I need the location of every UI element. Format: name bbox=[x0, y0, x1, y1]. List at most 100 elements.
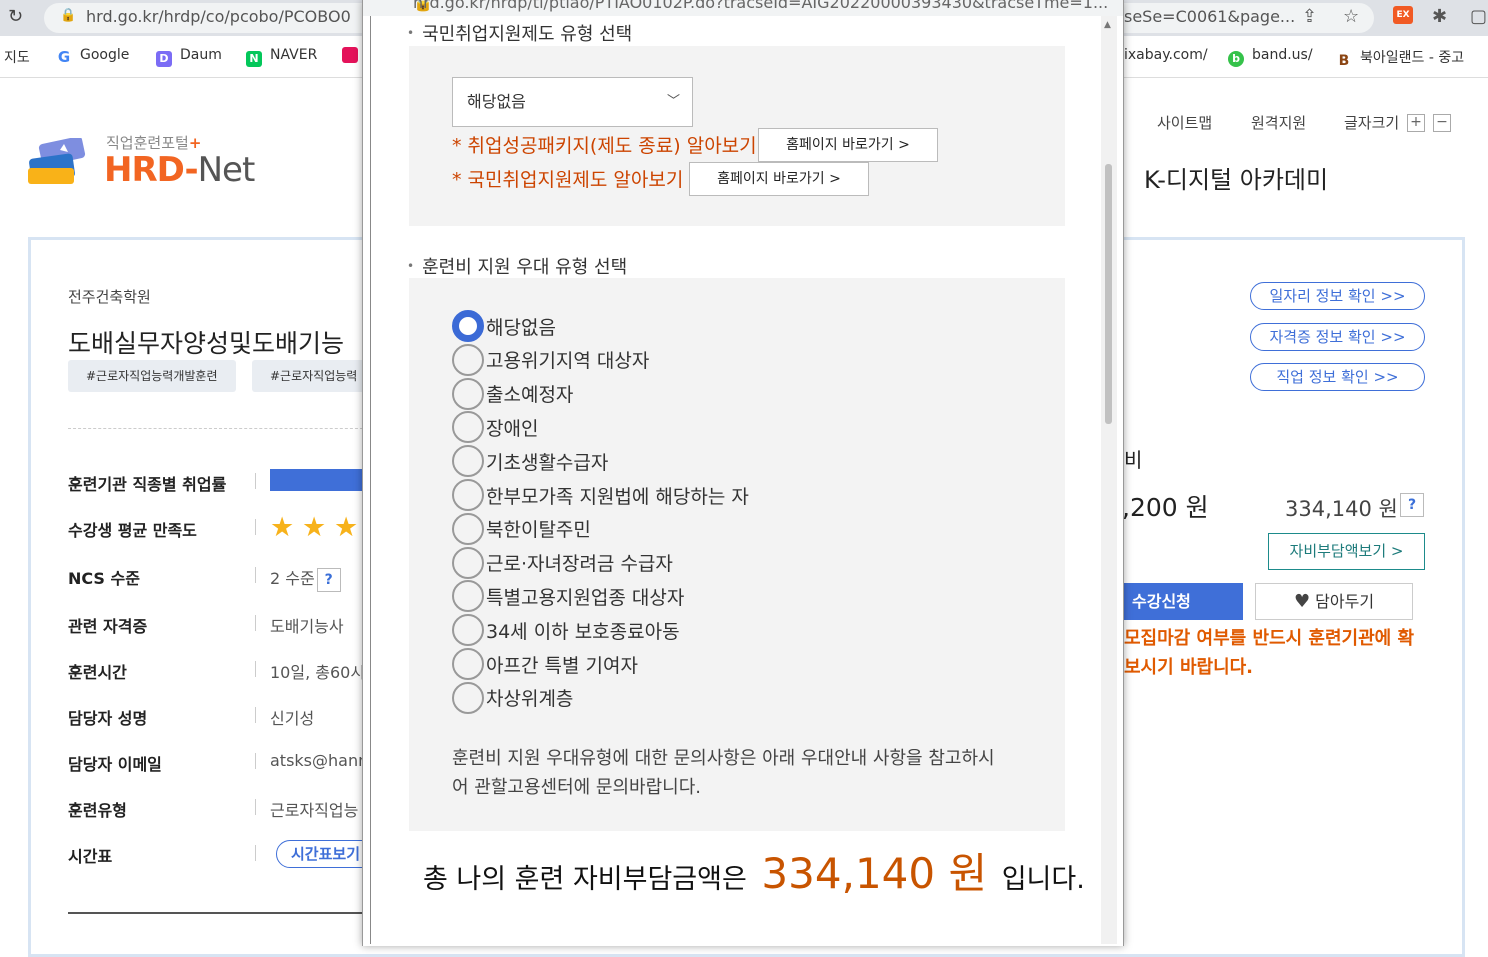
option-label: 출소예정자 bbox=[486, 384, 574, 407]
band-icon: b bbox=[1228, 51, 1244, 67]
bookmark-naver[interactable]: N NAVER bbox=[246, 47, 317, 67]
section-title-preference: 훈련비 지원 우대 유형 선택 bbox=[407, 253, 627, 279]
google-icon: G bbox=[57, 48, 71, 66]
divider bbox=[255, 753, 256, 769]
apply-button[interactable]: 수강신청 bbox=[1118, 583, 1243, 620]
bookmark-band[interactable]: b band.us/ bbox=[1228, 47, 1313, 67]
radio-button[interactable] bbox=[452, 445, 484, 478]
preference-note: 어 관할고용센터에 문의바랍니다. bbox=[452, 777, 702, 798]
radio-button[interactable] bbox=[452, 648, 484, 680]
preference-option[interactable]: 한부모가족 지원법에 해당하는 자 bbox=[452, 478, 749, 512]
naver-icon: N bbox=[246, 51, 262, 67]
extensions-puzzle-icon[interactable]: ✱ bbox=[1432, 6, 1447, 27]
k-digital-academy-link[interactable]: K-디지털 아카데미 bbox=[1144, 160, 1328, 195]
bookmark-b[interactable]: B 북아일랜드 - 중고 bbox=[1336, 47, 1464, 69]
option-label: 고용위기지역 대상자 bbox=[486, 350, 650, 373]
help-icon[interactable]: ? bbox=[1400, 493, 1424, 517]
url-text: hrd.go.kr/hrdp/co/pcobo/PCOBO0 bbox=[86, 7, 351, 26]
save-favorite-button[interactable]: ♥ 담아두기 bbox=[1255, 583, 1413, 620]
bookmark-pixabay[interactable]: ixabay.com/ bbox=[1124, 47, 1208, 63]
bookmark-google[interactable]: G Google bbox=[56, 47, 130, 66]
manager-email-label: 담당자 이메일 bbox=[68, 755, 162, 774]
preference-option[interactable]: 북한이탈주민 bbox=[452, 512, 591, 546]
preference-option[interactable]: 고용위기지역 대상자 bbox=[452, 343, 649, 377]
divider bbox=[255, 519, 256, 535]
extension-ex-icon[interactable]: EX bbox=[1393, 6, 1413, 24]
radio-button[interactable] bbox=[452, 310, 484, 342]
course-tag[interactable]: #근로자직업능력개발훈련 bbox=[68, 360, 236, 392]
help-icon[interactable]: ? bbox=[316, 567, 341, 592]
remote-support-link[interactable]: 원격지원 bbox=[1251, 112, 1306, 133]
occupation-info-button[interactable]: 직업 정보 확인 >> bbox=[1250, 363, 1425, 391]
bookmark-daum[interactable]: D Daum bbox=[156, 47, 222, 67]
timetable-button[interactable]: 시간표보기 bbox=[276, 840, 376, 868]
radio-button[interactable] bbox=[452, 343, 484, 376]
bookmark-map[interactable]: 지도 bbox=[4, 47, 30, 67]
lock-icon[interactable]: 🔒 bbox=[60, 8, 76, 23]
radio-button[interactable] bbox=[452, 377, 484, 410]
popup-address-bar: 🔒 hrd.go.kr/hrdp/ti/ptiao/PTIAO0102P.do?… bbox=[363, 0, 1123, 16]
daum-icon: D bbox=[156, 51, 172, 67]
reload-icon[interactable]: ↻ bbox=[8, 6, 23, 27]
employment-support-select[interactable]: 해당없음 ﹀ bbox=[452, 77, 693, 127]
manager-name-value: 신기성 bbox=[270, 709, 315, 728]
sitemap-link[interactable]: 사이트맵 bbox=[1157, 112, 1212, 133]
scrollbar-thumb[interactable] bbox=[1105, 164, 1112, 424]
certificate-value: 도배기능사 bbox=[270, 617, 344, 636]
chevron-down-icon: ﹀ bbox=[666, 94, 680, 109]
ncs-level-value: 2 수준? bbox=[270, 565, 341, 592]
star-icon: ★ bbox=[270, 512, 295, 543]
self-pay-popup: 🔒 hrd.go.kr/hrdp/ti/ptiao/PTIAO0102P.do?… bbox=[362, 0, 1124, 946]
certificate-info-button[interactable]: 자격증 정보 확인 >> bbox=[1250, 323, 1425, 351]
bookmark-icon bbox=[342, 47, 358, 63]
preference-option[interactable]: 34세 이하 보호종료아동 bbox=[452, 613, 680, 647]
share-icon[interactable]: ⇪ bbox=[1302, 6, 1317, 27]
preference-option[interactable]: 장애인 bbox=[452, 410, 538, 444]
satisfaction-label: 수강생 평균 만족도 bbox=[68, 521, 197, 540]
radio-button[interactable] bbox=[452, 479, 484, 511]
preference-option[interactable]: 기초생활수급자 bbox=[452, 444, 608, 478]
preference-option[interactable]: 아프간 특별 기여자 bbox=[452, 647, 638, 681]
job-info-button[interactable]: 일자리 정보 확인 >> bbox=[1250, 282, 1425, 310]
divider bbox=[68, 912, 368, 914]
institution-name[interactable]: 전주건축학원 bbox=[68, 286, 151, 307]
training-hours-label: 훈련시간 bbox=[68, 663, 127, 682]
warning-text: 보시기 바랍니다. bbox=[1124, 657, 1254, 678]
star-bookmark-icon[interactable]: ☆ bbox=[1343, 6, 1359, 27]
radio-button[interactable] bbox=[452, 614, 484, 647]
option-label: 장애인 bbox=[486, 417, 539, 440]
manager-email-value: atsks@hann bbox=[270, 751, 369, 770]
divider bbox=[255, 845, 256, 861]
preference-option[interactable]: 차상위계층 bbox=[452, 681, 573, 715]
radio-button[interactable] bbox=[452, 580, 484, 613]
training-hours-value: 10일, 총60시 bbox=[270, 663, 366, 682]
ncs-level-label: NCS 수준 bbox=[68, 569, 140, 588]
course-tag[interactable]: #근로자직업능력 bbox=[252, 360, 376, 392]
total-amount: 334,140 원 bbox=[761, 849, 988, 898]
scroll-up-icon[interactable]: ▲ bbox=[1104, 20, 1111, 30]
employment-rate-label: 훈련기관 직종별 취업률 bbox=[68, 475, 227, 494]
divider bbox=[255, 661, 256, 677]
star-icon: ★ bbox=[334, 512, 359, 543]
font-size-increase-button[interactable]: + bbox=[1407, 114, 1425, 132]
self-pay-view-button[interactable]: 자비부담액보기 > bbox=[1268, 533, 1425, 570]
window-icon[interactable]: ▢ bbox=[1470, 6, 1487, 27]
homepage-link-button[interactable]: 홈페이지 바로가기 > bbox=[689, 162, 869, 196]
support-info-text: * 국민취업지원제도 알아보기 bbox=[452, 169, 684, 191]
popup-scrollbar[interactable]: ▲ bbox=[1101, 16, 1117, 944]
radio-button[interactable] bbox=[452, 411, 484, 444]
preference-option[interactable]: 특별고용지원업종 대상자 bbox=[452, 579, 684, 613]
radio-button[interactable] bbox=[452, 546, 484, 579]
preference-note: 훈련비 지원 우대유형에 대한 문의사항은 아래 우대안내 사항을 참고하시 bbox=[452, 748, 995, 769]
preference-option[interactable]: 해당없음 bbox=[452, 309, 556, 343]
star-icon: ★ bbox=[302, 512, 327, 543]
font-size-decrease-button[interactable]: − bbox=[1433, 114, 1451, 132]
preference-option[interactable]: 근로·자녀장려금 수급자 bbox=[452, 546, 673, 580]
preference-option[interactable]: 출소예정자 bbox=[452, 377, 573, 411]
radio-button[interactable] bbox=[452, 512, 484, 545]
certificate-label: 관련 자격증 bbox=[68, 617, 148, 636]
option-label: 34세 이하 보호종료아동 bbox=[486, 620, 680, 643]
divider bbox=[255, 567, 256, 583]
homepage-link-button[interactable]: 홈페이지 바로가기 > bbox=[758, 128, 938, 162]
radio-button[interactable] bbox=[452, 681, 484, 714]
